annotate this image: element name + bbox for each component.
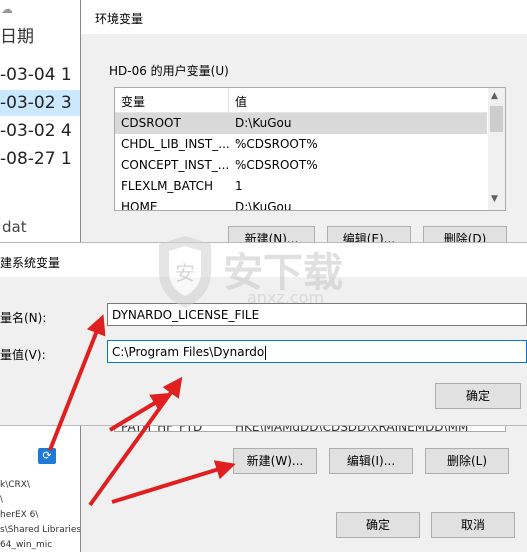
annotation-arrows bbox=[48, 314, 236, 507]
arrow-to-value-field-2 bbox=[108, 392, 172, 432]
arrow-to-new-button bbox=[111, 460, 236, 504]
arrow-to-name-field bbox=[48, 314, 106, 451]
